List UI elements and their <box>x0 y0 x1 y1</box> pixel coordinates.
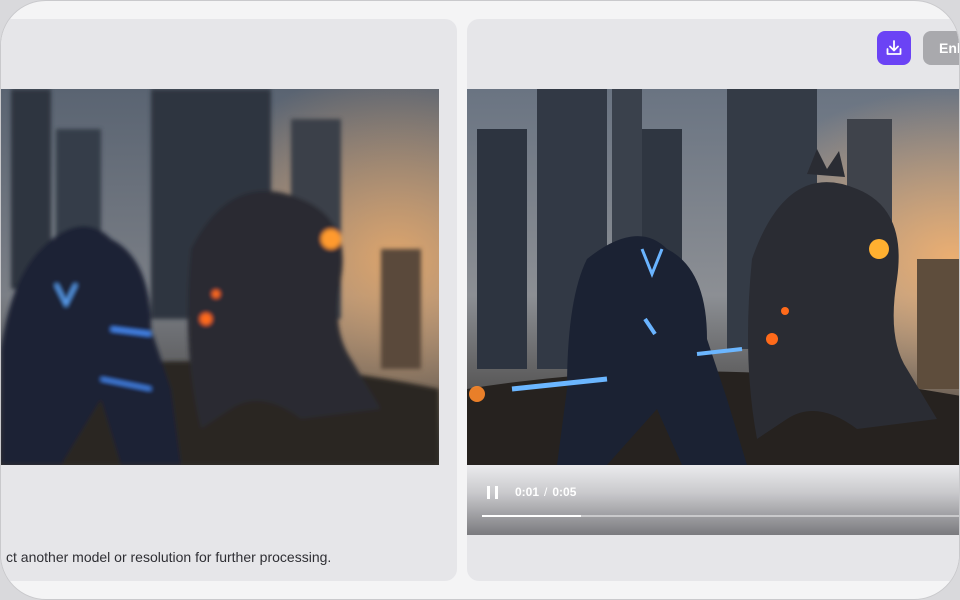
original-video-frame <box>1 89 439 465</box>
enhanced-video-panel: 0:01 / 0:05 <box>467 19 959 581</box>
pause-icon[interactable] <box>485 483 501 503</box>
download-icon <box>886 40 902 55</box>
player-controls: 0:01 / 0:05 <box>467 465 959 535</box>
app-window: ct another model or resolution for furth… <box>0 0 960 600</box>
time-separator: / <box>544 485 548 499</box>
video-frame-enhanced <box>467 89 959 465</box>
progress-fill <box>482 515 581 517</box>
original-video-panel: ct another model or resolution for furth… <box>1 19 457 581</box>
progress-bar[interactable] <box>482 515 959 517</box>
enhance-button[interactable]: Enh <box>923 31 959 65</box>
video-frame-original <box>1 89 439 465</box>
current-time: 0:01 <box>515 485 540 499</box>
download-button[interactable] <box>877 31 911 65</box>
enhanced-video-player[interactable]: 0:01 / 0:05 <box>467 89 959 535</box>
time-display: 0:01 / 0:05 <box>515 485 576 499</box>
duration: 0:05 <box>552 485 577 499</box>
processing-hint-text: ct another model or resolution for furth… <box>6 549 332 565</box>
